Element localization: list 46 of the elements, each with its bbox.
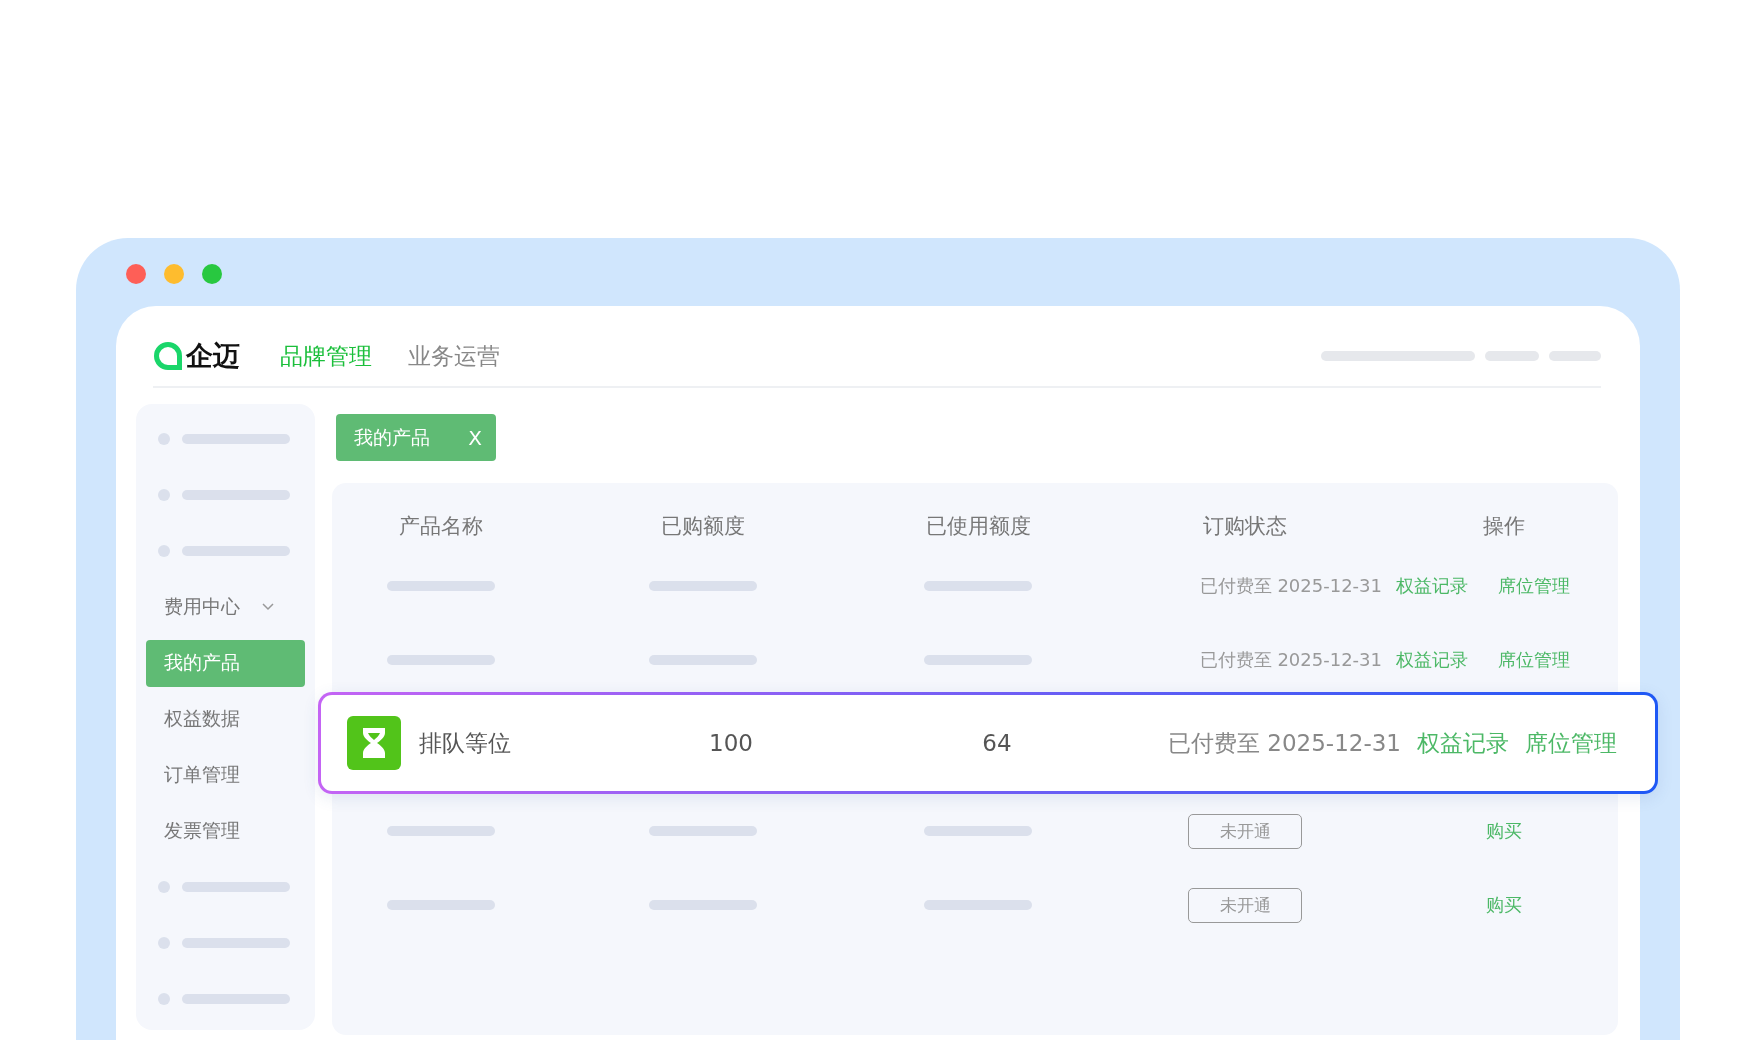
column-header: 已使用额度 <box>925 513 1031 540</box>
action-link[interactable]: 席位管理 <box>1498 648 1570 672</box>
product-name: 排队等位 <box>419 728 512 758</box>
column-header: 已购额度 <box>661 513 745 540</box>
status-badge: 未开通 <box>1188 887 1302 923</box>
logo-text: 企迈 <box>186 339 240 373</box>
menu-group[interactable]: 费用中心 <box>164 594 240 620</box>
maximize-icon[interactable] <box>202 264 222 284</box>
close-icon[interactable] <box>126 264 146 284</box>
used-amount: 64 <box>981 730 1013 756</box>
action-link[interactable]: 席位管理 <box>1525 727 1617 759</box>
column-header: 操作 <box>1483 513 1525 540</box>
logo-icon <box>153 342 183 370</box>
sidebar-item[interactable]: 订单管理 <box>146 751 305 799</box>
minimize-icon[interactable] <box>164 264 184 284</box>
action-link[interactable]: 权益记录 <box>1396 574 1468 598</box>
action-link[interactable]: 权益记录 <box>1417 727 1509 759</box>
action-link[interactable]: 购买 <box>1486 819 1522 843</box>
action-link[interactable]: 权益记录 <box>1396 648 1468 672</box>
status-badge: 未开通 <box>1188 813 1302 849</box>
placeholder-bar <box>1549 351 1601 361</box>
sidebar-item[interactable]: 发票管理 <box>146 807 305 855</box>
placeholder-dot <box>158 433 170 445</box>
placeholder-dot <box>158 881 170 893</box>
placeholder-dot <box>158 545 170 557</box>
placeholder-bar <box>1485 351 1539 361</box>
nav-tab[interactable]: 业务运营 <box>408 340 500 372</box>
status-text: 已付费至 2025-12-31 <box>1168 728 1401 758</box>
tab-label[interactable]: 我的产品 <box>354 424 430 451</box>
status-text: 已付费至 2025-12-31 <box>1199 648 1382 672</box>
page-tab[interactable]: 我的产品 X <box>336 414 496 461</box>
column-header: 订购状态 <box>1203 513 1287 540</box>
hourglass-icon <box>347 716 401 770</box>
placeholder-dot <box>158 993 170 1005</box>
column-header: 产品名称 <box>399 513 483 540</box>
sidebar-item[interactable]: 权益数据 <box>146 695 305 743</box>
sidebar-item[interactable]: 我的产品 <box>146 639 305 687</box>
action-link[interactable]: 购买 <box>1486 893 1522 917</box>
close-button[interactable]: X <box>468 425 482 450</box>
action-link[interactable]: 席位管理 <box>1498 574 1570 598</box>
nav-tab[interactable]: 品牌管理 <box>280 340 372 372</box>
placeholder-dot <box>158 489 170 501</box>
placeholder-dot <box>158 937 170 949</box>
status-text: 已付费至 2025-12-31 <box>1199 574 1382 598</box>
chevron-icon[interactable] <box>262 603 274 611</box>
purchased-amount: 100 <box>709 730 753 756</box>
